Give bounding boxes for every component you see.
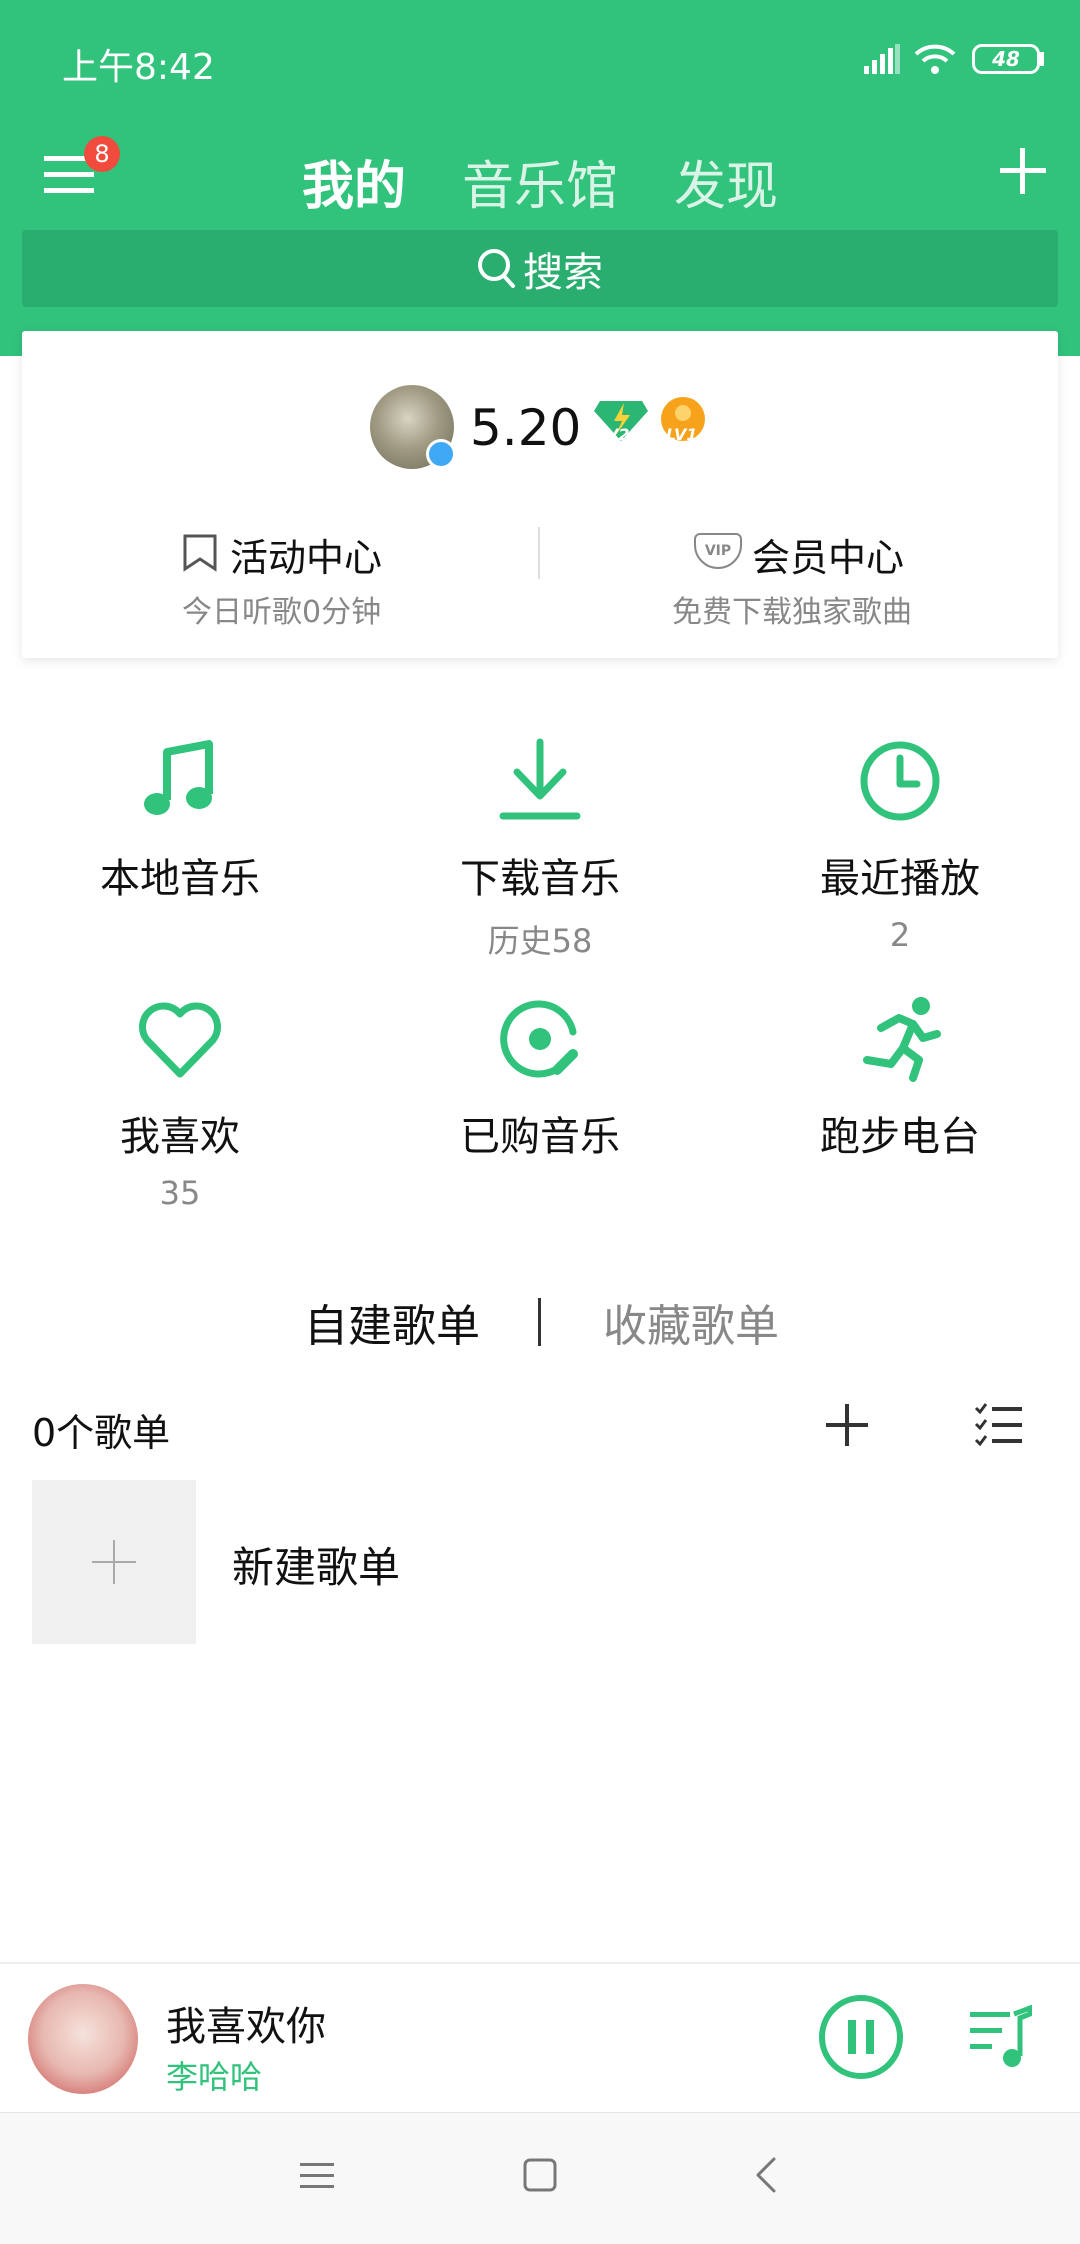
menu-key-icon[interactable] xyxy=(298,2161,336,2191)
top-nav: 8 我的 音乐馆 发现 xyxy=(0,130,1080,240)
system-nav-bar xyxy=(0,2112,1080,2244)
pause-icon[interactable] xyxy=(816,1992,906,2082)
grid-item-recent[interactable]: 最近播放 2 xyxy=(720,736,1080,954)
grid-item-running-radio[interactable]: 跑步电台 xyxy=(720,994,1080,1174)
song-title: 我喜欢你 xyxy=(166,2004,326,2050)
search-icon xyxy=(478,248,515,288)
avatar-badge xyxy=(426,439,456,469)
plus-icon xyxy=(92,1540,136,1584)
vip-center[interactable]: VIP 会员中心 免费下载独家歌曲 xyxy=(540,509,1058,630)
back-key-icon[interactable] xyxy=(752,2155,780,2195)
search-placeholder: 搜索 xyxy=(523,249,603,296)
level-badge-green[interactable]: LV2 xyxy=(594,397,648,444)
activity-title: 活动中心 xyxy=(230,536,383,580)
activity-subtitle: 今日听歌0分钟 xyxy=(182,595,382,630)
tab-music-hall[interactable]: 音乐馆 xyxy=(462,144,618,219)
profile-card: 5.20 LV2 LV1 活动中心 今日听歌0分钟 VIP 会员中心 免费下载独… xyxy=(22,331,1058,658)
status-time: 上午8:42 xyxy=(62,47,215,88)
vip-title: 会员中心 xyxy=(752,536,905,580)
mini-player[interactable]: 我喜欢你 李哈哈 xyxy=(0,1962,1080,2112)
new-playlist-row[interactable]: 新建歌单 xyxy=(32,1480,1048,1644)
tab-my-playlists[interactable]: 自建歌单 xyxy=(304,1290,480,1354)
grid-label: 本地音乐 xyxy=(100,856,260,902)
grid-label: 已购音乐 xyxy=(460,1114,620,1160)
grid-item-downloads[interactable]: 下载音乐 历史58 xyxy=(360,736,720,962)
manage-list-icon[interactable] xyxy=(974,1402,1024,1448)
album-art[interactable] xyxy=(28,1984,138,2094)
vip-icon: VIP xyxy=(694,533,742,569)
disc-icon xyxy=(500,1000,578,1078)
playlist-count: 0个歌单 xyxy=(32,1411,171,1455)
signal-icon xyxy=(864,44,900,74)
battery-icon: 48 xyxy=(972,44,1040,74)
level-badge-orange[interactable]: LV1 xyxy=(658,395,708,445)
search-bar[interactable]: 搜索 xyxy=(22,230,1058,307)
notification-badge: 8 xyxy=(84,136,120,172)
grid-item-local-music[interactable]: 本地音乐 xyxy=(0,736,360,916)
grid-label: 我喜欢 xyxy=(120,1114,240,1160)
flag-icon xyxy=(183,534,217,572)
tab-discover[interactable]: 发现 xyxy=(674,144,778,219)
menu-button[interactable]: 8 xyxy=(40,136,120,202)
heart-icon xyxy=(139,1002,221,1078)
grid-sub: 35 xyxy=(159,1174,201,1212)
wifi-icon xyxy=(914,44,956,74)
tab-collected-playlists[interactable]: 收藏歌单 xyxy=(603,1290,779,1354)
vip-subtitle: 免费下载独家歌曲 xyxy=(672,595,912,630)
download-icon xyxy=(499,738,581,820)
home-key-icon[interactable] xyxy=(522,2157,558,2193)
activity-center[interactable]: 活动中心 今日听歌0分钟 xyxy=(22,509,540,630)
add-playlist-icon[interactable] xyxy=(824,1402,870,1448)
clock-icon xyxy=(860,741,940,821)
tab-mine[interactable]: 我的 xyxy=(302,144,406,219)
user-score: 5.20 xyxy=(470,399,582,457)
running-icon xyxy=(863,997,941,1082)
grid-label: 最近播放 xyxy=(820,856,980,902)
grid-item-purchased[interactable]: 已购音乐 xyxy=(360,994,720,1174)
new-playlist-thumbnail xyxy=(32,1480,196,1644)
song-artist: 李哈哈 xyxy=(166,2058,263,2096)
grid-sub: 2 xyxy=(889,916,911,954)
music-note-icon xyxy=(144,740,213,815)
header: 上午8:42 48 8 我的 音乐馆 发现 搜索 xyxy=(0,0,1080,356)
add-icon[interactable] xyxy=(998,146,1048,196)
grid-label: 跑步电台 xyxy=(820,1114,980,1160)
playlist-queue-icon[interactable] xyxy=(968,2004,1032,2070)
grid-label: 下载音乐 xyxy=(460,856,620,902)
grid-sub: 历史58 xyxy=(487,922,593,960)
segment-divider xyxy=(538,1298,541,1346)
grid-item-favorites[interactable]: 我喜欢 35 xyxy=(0,994,360,1212)
new-playlist-label: 新建歌单 xyxy=(232,1543,401,1592)
status-bar: 上午8:42 48 xyxy=(0,0,1080,120)
battery-level: 48 xyxy=(992,47,1020,71)
